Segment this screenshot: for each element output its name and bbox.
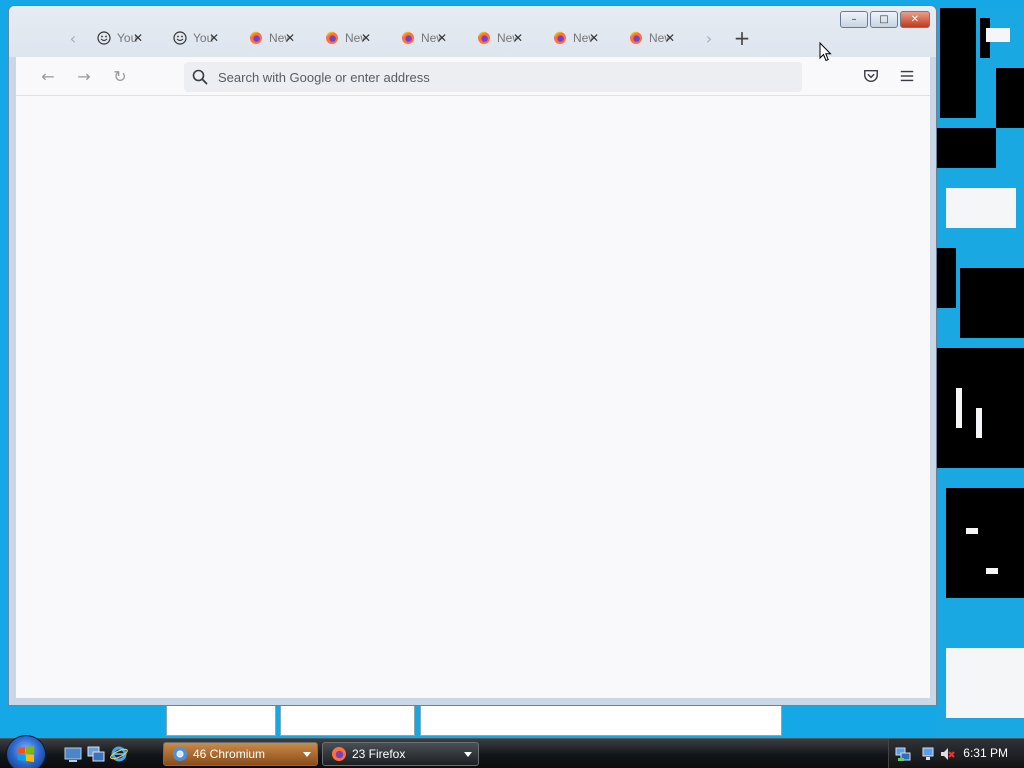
tab-scroll-right-button[interactable]: › xyxy=(695,23,723,53)
close-window-button[interactable]: ✕ xyxy=(900,11,930,28)
new-tab-button[interactable]: + xyxy=(727,23,757,53)
pocket-button[interactable] xyxy=(862,67,880,85)
browser-tab[interactable]: New Tab✕ xyxy=(391,23,467,53)
reload-button[interactable]: ↻ xyxy=(108,65,132,87)
browser-tab[interactable]: New Tab✕ xyxy=(467,23,543,53)
chevron-down-icon xyxy=(303,752,311,757)
reload-icon: ↻ xyxy=(113,66,127,86)
chevron-left-icon: ‹ xyxy=(69,28,77,48)
network-icon[interactable] xyxy=(921,746,937,762)
browser-tab[interactable]: New Tab✕ xyxy=(619,23,695,53)
app-menu-button[interactable] xyxy=(898,67,916,85)
start-button[interactable] xyxy=(6,735,46,768)
tab-close-icon[interactable]: ✕ xyxy=(589,31,599,45)
browser-tab[interactable]: YouTube✕ xyxy=(163,23,239,53)
switch-windows-icon[interactable] xyxy=(87,745,105,763)
firefox-window: ‹ YouTube✕YouTube✕New Tab✕New Tab✕New Ta… xyxy=(8,5,937,706)
taskbar: 46 Chromium 23 Firefox 6:31 PM xyxy=(0,735,1024,768)
pocket-icon xyxy=(864,69,878,83)
minimize-button[interactable]: – xyxy=(840,11,868,28)
browser-tab[interactable]: New Tab✕ xyxy=(239,23,315,53)
search-icon xyxy=(192,69,208,85)
background-window-strip xyxy=(166,704,276,736)
window-controls: – □ ✕ xyxy=(838,11,930,28)
plus-icon: + xyxy=(733,26,751,50)
tab-close-icon[interactable]: ✕ xyxy=(437,31,447,45)
smiley-icon xyxy=(97,31,111,45)
taskbar-button-firefox[interactable]: 23 Firefox xyxy=(322,742,479,766)
chevron-right-icon: › xyxy=(705,28,713,48)
network-status-icon[interactable] xyxy=(895,746,911,762)
mouse-cursor-icon xyxy=(819,42,832,62)
browser-tab[interactable]: New Tab✕ xyxy=(315,23,391,53)
firefox-icon xyxy=(401,31,415,45)
tab-scroll-left-button[interactable]: ‹ xyxy=(59,23,87,53)
taskbar-button-label: 46 Chromium xyxy=(193,747,266,761)
tab-strip: ‹ YouTube✕YouTube✕New Tab✕New Tab✕New Ta… xyxy=(59,22,757,54)
browser-tab[interactable]: New Tab✕ xyxy=(543,23,619,53)
background-window-strip xyxy=(280,704,415,736)
arrow-left-icon: ← xyxy=(41,66,55,86)
back-button[interactable]: ← xyxy=(36,65,60,87)
arrow-right-icon: → xyxy=(77,66,91,86)
navigation-toolbar: ← → ↻ xyxy=(16,57,930,96)
wallpaper-art xyxy=(936,8,1024,738)
address-bar[interactable] xyxy=(184,62,802,92)
windows-logo-icon xyxy=(18,746,34,762)
maximize-icon: □ xyxy=(879,14,889,25)
firefox-icon xyxy=(553,31,567,45)
page-content[interactable] xyxy=(16,96,930,698)
volume-muted-icon[interactable] xyxy=(939,746,955,762)
show-desktop-icon[interactable] xyxy=(64,745,82,763)
background-window-strip xyxy=(420,704,782,736)
firefox-icon xyxy=(325,31,339,45)
tab-close-icon[interactable]: ✕ xyxy=(209,31,219,45)
tab-close-icon[interactable]: ✕ xyxy=(133,31,143,45)
taskbar-button-chromium[interactable]: 46 Chromium xyxy=(163,742,318,766)
url-input[interactable] xyxy=(218,69,778,85)
firefox-icon xyxy=(629,31,643,45)
firefox-icon xyxy=(249,31,263,45)
tab-close-icon[interactable]: ✕ xyxy=(665,31,675,45)
system-tray: 6:31 PM xyxy=(888,739,1024,768)
close-icon: ✕ xyxy=(910,14,920,25)
forward-button[interactable]: → xyxy=(72,65,96,87)
hamburger-menu-icon xyxy=(900,70,914,82)
firefox-icon xyxy=(332,747,346,761)
tab-close-icon[interactable]: ✕ xyxy=(513,31,523,45)
title-bar[interactable]: ‹ YouTube✕YouTube✕New Tab✕New Tab✕New Ta… xyxy=(9,6,936,57)
smiley-icon xyxy=(173,31,187,45)
minimize-icon: – xyxy=(851,14,857,25)
maximize-button[interactable]: □ xyxy=(870,11,898,28)
tab-close-icon[interactable]: ✕ xyxy=(285,31,295,45)
browser-tab[interactable]: YouTube✕ xyxy=(87,23,163,53)
internet-explorer-icon[interactable] xyxy=(110,745,128,763)
firefox-icon xyxy=(477,31,491,45)
chromium-icon xyxy=(173,747,187,761)
clock[interactable]: 6:31 PM xyxy=(963,746,1008,760)
chevron-down-icon xyxy=(464,752,472,757)
tab-close-icon[interactable]: ✕ xyxy=(361,31,371,45)
taskbar-button-label: 23 Firefox xyxy=(352,747,406,761)
